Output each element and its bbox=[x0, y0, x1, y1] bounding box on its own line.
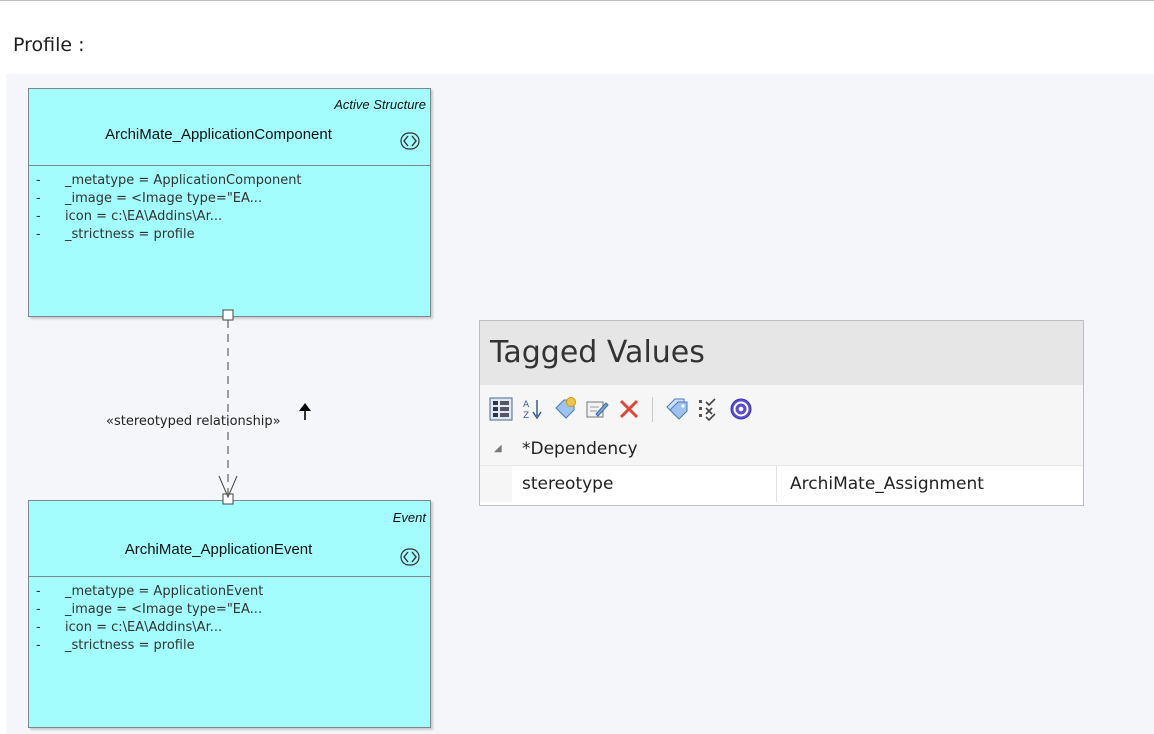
svg-text:A: A bbox=[523, 400, 530, 410]
tag-name: stereotype bbox=[522, 474, 614, 494]
stereotype-label: Active Structure bbox=[334, 97, 426, 112]
toolbar-separator bbox=[652, 397, 653, 422]
attribute-row[interactable]: - _metatype = ApplicationEvent bbox=[29, 583, 430, 601]
attribute-list: - _metatype = ApplicationComponent - _imag… bbox=[29, 166, 430, 244]
stereotype-label: Event bbox=[392, 510, 426, 525]
attribute-row[interactable]: - _image = <Image type="EA... bbox=[29, 601, 430, 619]
tag-groups-icon[interactable] bbox=[664, 396, 690, 422]
element-name: ArchiMate_ApplicationEvent bbox=[124, 541, 313, 558]
attribute-text: _strictness = profile bbox=[65, 227, 195, 242]
attribute-row[interactable]: - _image = <Image type="EA... bbox=[29, 190, 430, 208]
attribute-row[interactable]: - _metatype = ApplicationComponent bbox=[29, 172, 430, 190]
attribute-text: _strictness = profile bbox=[65, 638, 195, 653]
sort-alphabetical-icon[interactable]: AZ bbox=[520, 396, 546, 422]
collapse-triangle-icon[interactable]: ◢ bbox=[494, 443, 502, 454]
attribute-text: _image = <Image type="EA... bbox=[65, 191, 263, 206]
attribute-text: _metatype = ApplicationEvent bbox=[65, 584, 264, 599]
archimate-symbol-icon bbox=[398, 547, 422, 567]
attribute-text: icon = c:\EA\Addins\Ar... bbox=[65, 209, 223, 224]
element-header: Event ArchiMate_ApplicationEvent bbox=[29, 501, 430, 577]
attribute-row[interactable]: - icon = c:\EA\Addins\Ar... bbox=[29, 208, 430, 226]
top-divider bbox=[0, 0, 1154, 1]
delete-icon[interactable] bbox=[616, 396, 642, 422]
column-divider bbox=[776, 466, 777, 502]
attribute-text: _image = <Image type="EA... bbox=[65, 602, 263, 617]
relationship-label[interactable]: «stereotyped relationship» bbox=[106, 414, 281, 429]
element-application-component[interactable]: Active Structure ArchiMate_ApplicationCo… bbox=[28, 88, 431, 317]
attribute-row[interactable]: - _strictness = profile bbox=[29, 637, 430, 655]
tag-value[interactable]: ArchiMate_Assignment bbox=[790, 474, 984, 494]
checklist-icon[interactable] bbox=[696, 396, 722, 422]
panel-title: Tagged Values bbox=[490, 335, 705, 370]
help-icon[interactable] bbox=[728, 396, 754, 422]
element-header: Active Structure ArchiMate_ApplicationCo… bbox=[29, 89, 430, 166]
attribute-text: _metatype = ApplicationComponent bbox=[65, 173, 302, 188]
panel-title-bar: Tagged Values bbox=[480, 321, 1083, 385]
panel-toolbar: AZ bbox=[480, 385, 1083, 435]
tagged-values-panel: Tagged Values AZ ◢ *Dependency stereotyp… bbox=[479, 320, 1084, 506]
tag-row[interactable]: stereotype ArchiMate_Assignment bbox=[480, 465, 1083, 502]
element-application-event[interactable]: Event ArchiMate_ApplicationEvent - _metat… bbox=[28, 500, 431, 728]
attribute-row[interactable]: - _strictness = profile bbox=[29, 226, 430, 244]
attribute-list: - _metatype = ApplicationEvent - _image = … bbox=[29, 577, 430, 655]
group-label: *Dependency bbox=[522, 439, 638, 459]
page-title: Profile : bbox=[13, 34, 85, 56]
attribute-row[interactable]: - icon = c:\EA\Addins\Ar... bbox=[29, 619, 430, 637]
new-tag-icon[interactable] bbox=[552, 396, 578, 422]
svg-text:Z: Z bbox=[523, 411, 529, 421]
edit-tag-icon[interactable] bbox=[584, 396, 610, 422]
attribute-text: icon = c:\EA\Addins\Ar... bbox=[65, 620, 223, 635]
categorized-view-icon[interactable] bbox=[488, 396, 514, 422]
element-name: ArchiMate_ApplicationComponent bbox=[105, 126, 332, 143]
archimate-symbol-icon bbox=[398, 131, 422, 151]
row-gutter bbox=[480, 466, 512, 502]
tag-group-row[interactable]: ◢ *Dependency bbox=[480, 435, 1083, 465]
